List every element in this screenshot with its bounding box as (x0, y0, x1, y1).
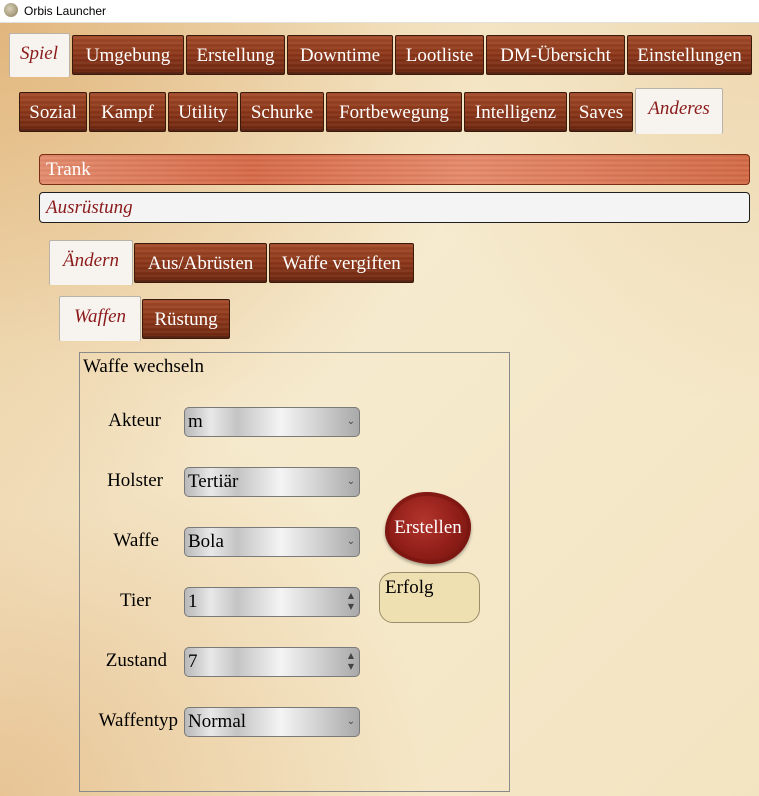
tab-umgebung[interactable]: Umgebung (72, 35, 184, 75)
tab-dm-uebersicht[interactable]: DM-Übersicht (486, 35, 625, 75)
tab-anderes[interactable]: Anderes (635, 88, 723, 134)
waffentyp-select[interactable]: Normal ⌄ (184, 707, 360, 737)
akteur-value: m (188, 411, 203, 432)
tab-schurke[interactable]: Schurke (240, 92, 324, 132)
waffentyp-value: Normal (188, 711, 247, 732)
status-output: Erfolg (379, 572, 480, 623)
tab-einstellungen[interactable]: Einstellungen (627, 35, 752, 75)
chevron-down-icon[interactable]: ⌄ (346, 535, 356, 549)
akteur-select[interactable]: m ⌄ (184, 407, 360, 437)
tier-stepper[interactable]: 1 ▲ ▼ (184, 587, 360, 617)
tab-lootliste[interactable]: Lootliste (395, 35, 484, 75)
tab-aus-abruesten[interactable]: Aus/Abrüsten (134, 243, 267, 283)
tab-intelligenz[interactable]: Intelligenz (464, 92, 567, 132)
chevron-down-icon[interactable]: ⌄ (346, 415, 356, 429)
label-waffentyp: Waffentyp (98, 710, 178, 731)
section-trank[interactable]: Trank (39, 154, 750, 185)
label-tier: Tier (120, 590, 151, 611)
window-title: Orbis Launcher (24, 4, 107, 18)
waffe-select[interactable]: Bola ⌄ (184, 527, 360, 557)
zustand-value: 7 (188, 651, 198, 672)
chevron-down-icon[interactable]: ⌄ (346, 475, 356, 489)
label-waffe: Waffe (113, 530, 159, 551)
tab-aendern[interactable]: Ändern (49, 240, 133, 285)
panel-title: Waffe wechseln (83, 356, 205, 377)
spin-arrows-icon[interactable]: ▲ ▼ (346, 650, 356, 674)
tab-ruestung[interactable]: Rüstung (142, 299, 230, 339)
section-ausruestung[interactable]: Ausrüstung (39, 192, 750, 223)
zustand-stepper[interactable]: 7 ▲ ▼ (184, 647, 360, 677)
tab-kampf[interactable]: Kampf (89, 92, 166, 132)
tab-fortbewegung[interactable]: Fortbewegung (326, 92, 462, 132)
tab-erstellung[interactable]: Erstellung (186, 35, 285, 75)
waffe-value: Bola (188, 531, 224, 552)
tab-waffe-vergiften[interactable]: Waffe vergiften (269, 243, 414, 283)
title-bar: Orbis Launcher (0, 0, 759, 23)
label-zustand: Zustand (105, 650, 167, 671)
spin-arrows-icon[interactable]: ▲ ▼ (346, 590, 356, 614)
tab-utility[interactable]: Utility (168, 92, 238, 132)
tab-waffen[interactable]: Waffen (59, 296, 141, 341)
tab-downtime[interactable]: Downtime (287, 35, 393, 75)
holster-value: Tertiär (188, 471, 239, 492)
create-button[interactable]: Erstellen (385, 492, 471, 564)
tab-sozial[interactable]: Sozial (19, 92, 87, 132)
tier-value: 1 (188, 591, 198, 612)
tab-saves[interactable]: Saves (569, 92, 633, 132)
chevron-down-icon[interactable]: ⌄ (346, 715, 356, 729)
app-icon (4, 3, 18, 17)
tab-spiel[interactable]: Spiel (9, 33, 70, 77)
label-akteur: Akteur (108, 410, 161, 431)
holster-select[interactable]: Tertiär ⌄ (184, 467, 360, 497)
label-holster: Holster (107, 470, 163, 491)
